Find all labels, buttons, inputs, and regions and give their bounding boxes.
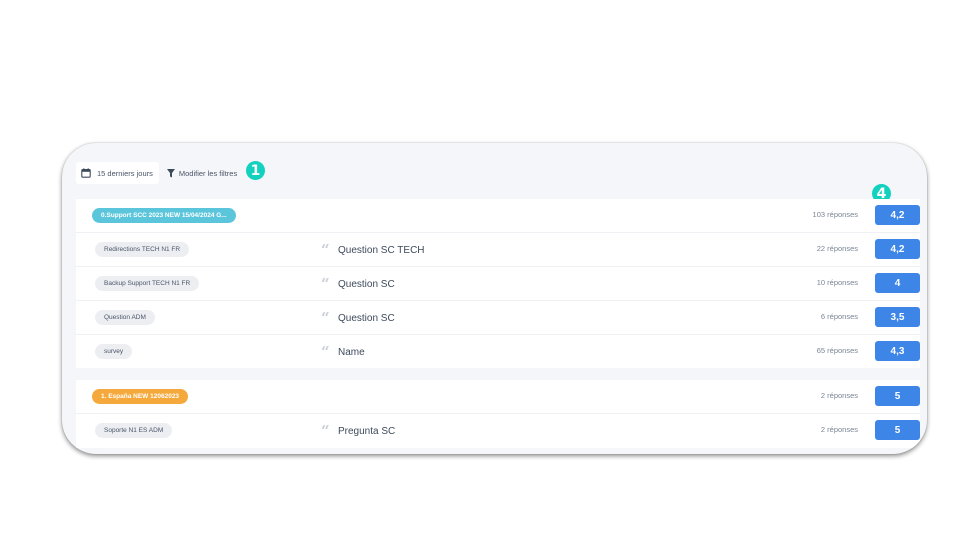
responses-count: 2 réponses [820, 425, 858, 434]
table-row[interactable]: Backup Support TECH N1 FR “ Question SC … [76, 267, 920, 301]
group-name-chip[interactable]: 0.Support SCC 2023 NEW 15/04/2024 G... [92, 208, 236, 223]
question-cell: “ Question SC [321, 309, 395, 327]
score-badge[interactable]: 5 [875, 386, 920, 406]
toolbar: 15 derniers jours Modifier les filtres [76, 162, 237, 184]
table-row[interactable]: survey “ Name 65 réponses 4,3 [76, 335, 920, 369]
question-text: Name [338, 346, 365, 358]
question-text: Question SC [338, 278, 395, 290]
question-text: Question SC [338, 312, 395, 324]
responses-count: 2 réponses [820, 391, 858, 400]
queue-chip: Question ADM [95, 310, 155, 325]
group-name-chip[interactable]: 1. España NEW 12062023 [92, 389, 189, 404]
filter-icon [166, 168, 175, 177]
question-cell: “ Name [321, 343, 365, 361]
modify-filters-button[interactable]: Modifier les filtres [166, 168, 238, 178]
queue-chip: survey [95, 344, 133, 359]
question-text: Question SC TECH [338, 244, 425, 256]
responses-count: 10 réponses [816, 278, 858, 287]
question-text: Pregunta SC [338, 425, 396, 437]
quote-icon: “ [321, 422, 330, 440]
group-header-row[interactable]: 1. España NEW 12062023 2 réponses 5 [76, 380, 920, 414]
survey-group: 1. España NEW 12062023 2 réponses 5 Sopo… [76, 380, 920, 448]
queue-chip: Backup Support TECH N1 FR [95, 276, 200, 291]
group-header-row[interactable]: 0.Support SCC 2023 NEW 15/04/2024 G... 1… [76, 199, 920, 233]
score-badge[interactable]: 4,2 [875, 239, 920, 259]
survey-group: 0.Support SCC 2023 NEW 15/04/2024 G... 1… [76, 199, 920, 368]
quote-icon: “ [321, 309, 330, 327]
score-badge[interactable]: 4 [875, 273, 920, 293]
calendar-icon [81, 168, 91, 178]
modify-filters-label: Modifier les filtres [178, 168, 238, 178]
responses-count: 103 réponses [812, 210, 858, 219]
queue-chip: Soporte N1 ES ADM [95, 423, 173, 438]
date-range-label: 15 derniers jours [97, 168, 153, 178]
responses-count: 65 réponses [816, 346, 858, 355]
quote-icon: “ [321, 343, 330, 361]
table-row[interactable]: Redirections TECH N1 FR “ Question SC TE… [76, 233, 920, 267]
annotation-badge-1: 1 [246, 161, 265, 180]
date-range-button[interactable]: 15 derniers jours [76, 162, 159, 184]
quote-icon: “ [321, 241, 330, 259]
score-badge[interactable]: 4,2 [875, 205, 920, 225]
survey-results-card: 15 derniers jours Modifier les filtres 1… [62, 143, 927, 454]
responses-count: 22 réponses [816, 244, 858, 253]
quote-icon: “ [321, 275, 330, 293]
responses-count: 6 réponses [820, 312, 858, 321]
table-row[interactable]: Question ADM “ Question SC 6 réponses 3,… [76, 301, 920, 335]
queue-chip: Redirections TECH N1 FR [95, 242, 190, 257]
score-badge[interactable]: 4,3 [875, 341, 920, 361]
question-cell: “ Question SC [321, 275, 395, 293]
score-badge[interactable]: 5 [875, 420, 920, 440]
table-row[interactable]: Soporte N1 ES ADM “ Pregunta SC 2 répons… [76, 414, 920, 448]
question-cell: “ Pregunta SC [321, 422, 396, 440]
score-badge[interactable]: 3,5 [875, 307, 920, 327]
question-cell: “ Question SC TECH [321, 241, 425, 259]
